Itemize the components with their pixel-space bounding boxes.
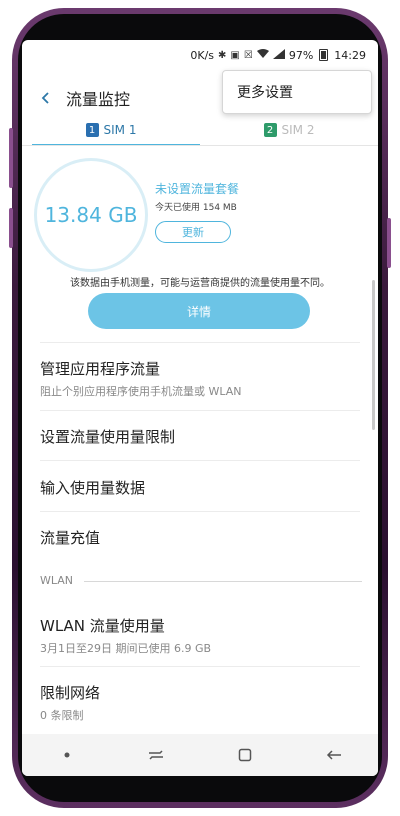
list-item-data-recharge[interactable]: 流量充值	[40, 527, 360, 548]
sim-tabs: 1 SIM 1 2 SIM 2	[22, 116, 378, 146]
used-today: 今天已使用 154 MB	[155, 203, 237, 213]
nfc-icon: ▣	[230, 49, 240, 61]
recent-apps-icon[interactable]	[136, 740, 176, 770]
divider	[40, 342, 360, 343]
list-item-set-data-limit[interactable]: 设置流量使用量限制	[40, 426, 360, 447]
disclaimer-text: 该数据由手机测量，可能与运营商提供的流量使用量不同。	[70, 278, 330, 289]
divider	[40, 666, 360, 667]
navigation-bar	[22, 734, 378, 776]
battery-percent: 97%	[288, 48, 314, 62]
list-item-input-usage-data[interactable]: 输入使用量数据	[40, 477, 360, 498]
status-bar: 0K/s ✱ ▣ ☒ 97% 14:29	[22, 40, 378, 70]
bixby-button	[9, 208, 13, 248]
signal-icon	[272, 48, 285, 62]
total-usage: 13.84 GB	[44, 203, 138, 227]
details-button[interactable]: 详情	[88, 293, 310, 329]
section-divider	[84, 581, 362, 582]
network-speed: 0K/s	[190, 48, 215, 62]
more-settings-menu-item[interactable]: 更多设置	[222, 70, 372, 114]
back-icon[interactable]	[314, 740, 354, 770]
list-item-wlan-usage[interactable]: WLAN 流量使用量 3月1日至29日 期间已使用 6.9 GB	[40, 615, 360, 656]
home-icon[interactable]	[225, 740, 265, 770]
divider	[40, 460, 360, 461]
section-header-wlan: WLAN	[40, 574, 74, 587]
update-button[interactable]: 更新	[155, 221, 231, 243]
power-button	[387, 218, 391, 268]
item-title: WLAN 流量使用量	[40, 617, 165, 635]
item-subtitle: 3月1日至29日 期间已使用 6.9 GB	[40, 642, 212, 655]
wifi-icon	[256, 48, 269, 62]
divider	[40, 511, 360, 512]
sim2-badge: 2	[263, 123, 277, 137]
item-title: 限制网络	[40, 684, 101, 702]
scrollbar[interactable]	[372, 280, 375, 430]
bluetooth-icon: ✱	[218, 49, 227, 61]
nav-dot-icon[interactable]	[47, 740, 87, 770]
back-arrow-icon[interactable]	[32, 84, 60, 112]
tab-sim1-label: SIM 1	[103, 123, 137, 137]
item-title: 设置流量使用量限制	[40, 428, 176, 446]
item-title: 输入使用量数据	[40, 479, 146, 497]
volume-button	[9, 128, 13, 188]
plan-status[interactable]: 未设置流量套餐	[155, 180, 239, 197]
page-title: 流量监控	[66, 90, 131, 109]
tab-sim1[interactable]: 1 SIM 1	[22, 116, 200, 146]
list-item-restrict-networks[interactable]: 限制网络 0 条限制	[40, 682, 360, 723]
clock: 14:29	[334, 48, 366, 62]
tab-divider	[22, 145, 378, 146]
screen: 0K/s ✱ ▣ ☒ 97% 14:29 流量监控 更多设置 1 SIM 1 2…	[22, 40, 378, 776]
tab-sim2[interactable]: 2 SIM 2	[200, 116, 378, 144]
item-title: 流量充值	[40, 529, 101, 547]
divider	[40, 410, 360, 411]
mute-icon: ☒	[243, 49, 253, 61]
tab-sim2-label: SIM 2	[281, 123, 315, 137]
battery-icon	[319, 49, 329, 61]
item-subtitle: 0 条限制	[40, 709, 84, 722]
item-subtitle: 阻止个别应用程序使用手机流量或 WLAN	[40, 385, 242, 398]
item-title: 管理应用程序流量	[40, 360, 161, 378]
sim1-badge: 1	[85, 123, 99, 137]
usage-circle: 13.84 GB	[34, 158, 148, 272]
list-item-manage-app-data[interactable]: 管理应用程序流量 阻止个别应用程序使用手机流量或 WLAN	[40, 358, 360, 399]
